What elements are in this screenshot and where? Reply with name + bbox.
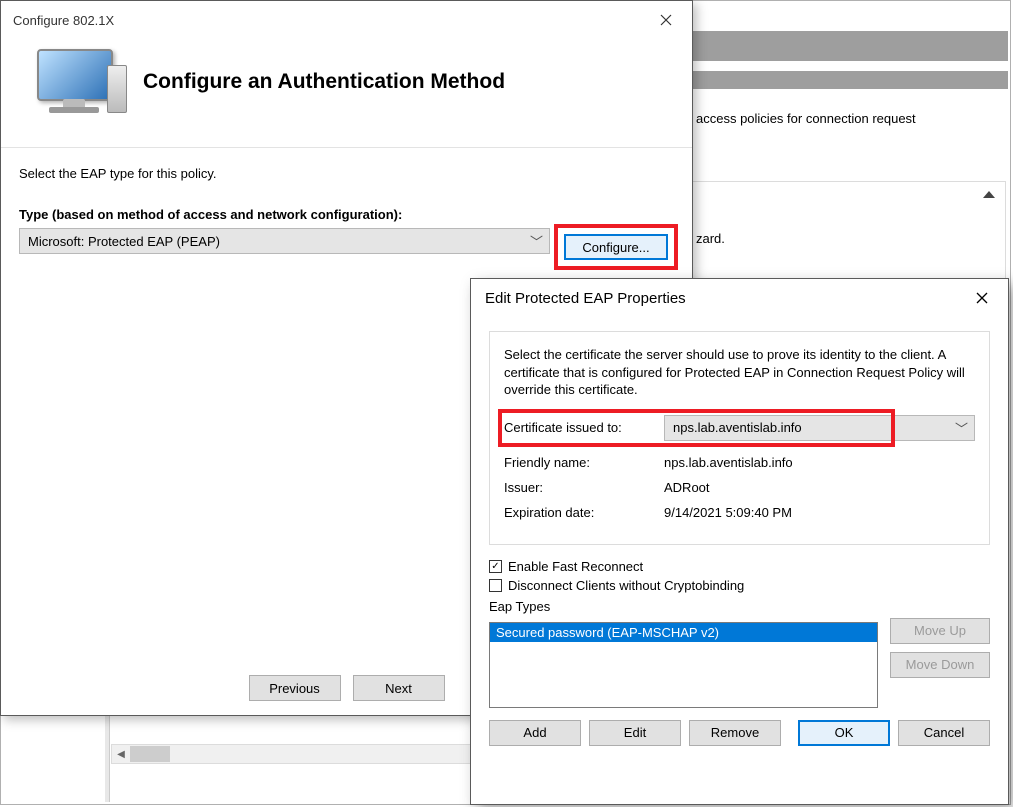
background-desc-fragment: access policies for connection request	[696, 111, 916, 126]
close-icon	[660, 14, 672, 26]
eap-type-item[interactable]: Secured password (EAP-MSCHAP v2)	[490, 623, 877, 642]
close-icon	[976, 292, 988, 304]
friendly-name-value: nps.lab.aventislab.info	[664, 455, 793, 470]
eap-type-select[interactable]: Microsoft: Protected EAP (PEAP) ﹀	[19, 228, 550, 254]
chevron-down-icon: ﹀	[955, 418, 968, 437]
close-button[interactable]	[962, 284, 1002, 312]
computer-icon	[31, 47, 121, 117]
edit-button[interactable]: Edit	[589, 720, 681, 746]
dialog-title: Edit Protected EAP Properties	[485, 290, 962, 307]
issuer-value: ADRoot	[664, 480, 710, 495]
dialog-banner: Configure an Authentication Method	[1, 39, 692, 147]
scroll-thumb[interactable]	[130, 746, 170, 762]
issuer-label: Issuer:	[504, 480, 664, 495]
scroll-left-icon[interactable]: ◀	[112, 745, 130, 763]
friendly-name-label: Friendly name:	[504, 455, 664, 470]
ok-button[interactable]: OK	[798, 720, 890, 746]
expiration-value: 9/14/2021 5:09:40 PM	[664, 505, 792, 520]
move-up-button[interactable]: Move Up	[890, 618, 990, 644]
instruction-text: Select the EAP type for this policy.	[19, 166, 674, 181]
add-button[interactable]: Add	[489, 720, 581, 746]
background-wizard-fragment: zard.	[696, 231, 725, 246]
dialog-titlebar[interactable]: Configure 802.1X	[1, 1, 692, 39]
fast-reconnect-checkbox[interactable]: ✓	[489, 560, 502, 573]
certificate-value: nps.lab.aventislab.info	[673, 420, 802, 435]
move-down-button[interactable]: Move Down	[890, 652, 990, 678]
fast-reconnect-label: Enable Fast Reconnect	[508, 559, 643, 574]
certificate-fieldset: Select the certificate the server should…	[489, 331, 990, 545]
cryptobinding-label: Disconnect Clients without Cryptobinding	[508, 578, 744, 593]
certificate-select[interactable]: nps.lab.aventislab.info ﹀	[664, 415, 975, 441]
eap-types-list[interactable]: Secured password (EAP-MSCHAP v2)	[489, 622, 878, 708]
next-button[interactable]: Next	[353, 675, 445, 701]
eap-types-label: Eap Types	[489, 599, 990, 614]
configure-button[interactable]: Configure...	[564, 234, 668, 260]
cancel-button[interactable]: Cancel	[898, 720, 990, 746]
cryptobinding-checkbox[interactable]	[489, 579, 502, 592]
remove-button[interactable]: Remove	[689, 720, 781, 746]
edit-peap-dialog: Edit Protected EAP Properties Select the…	[470, 278, 1009, 805]
expiration-label: Expiration date:	[504, 505, 664, 520]
chevron-down-icon: ﹀	[530, 232, 543, 251]
previous-button[interactable]: Previous	[249, 675, 341, 701]
dialog-heading: Configure an Authentication Method	[143, 70, 505, 94]
splitter[interactable]	[105, 701, 110, 802]
dialog-titlebar[interactable]: Edit Protected EAP Properties	[471, 279, 1008, 317]
close-button[interactable]	[646, 6, 686, 34]
type-label: Type (based on method of access and netw…	[19, 207, 674, 222]
eap-type-value: Microsoft: Protected EAP (PEAP)	[28, 234, 220, 249]
collapse-icon[interactable]	[983, 191, 995, 198]
cert-issued-label: Certificate issued to:	[504, 420, 664, 435]
dialog-title: Configure 802.1X	[13, 13, 646, 28]
description-text: Select the certificate the server should…	[504, 346, 975, 399]
